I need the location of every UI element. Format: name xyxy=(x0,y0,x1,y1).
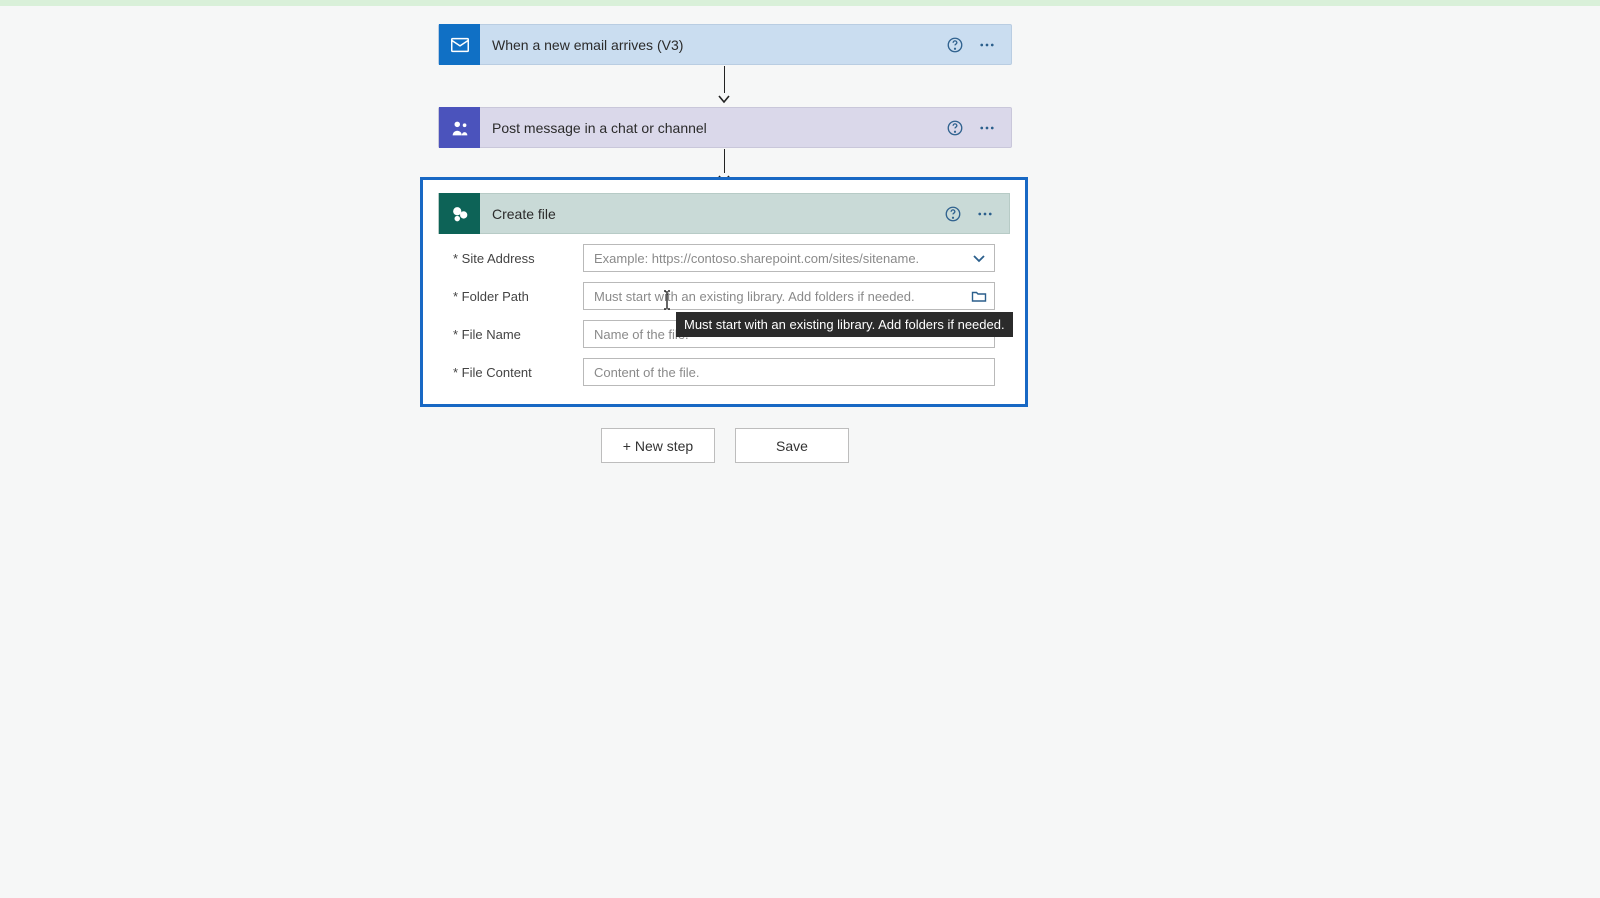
label-site-address: Site Address xyxy=(453,251,583,266)
field-row-file-content: File Content xyxy=(453,358,995,386)
connector-arrow xyxy=(718,66,730,105)
flow-designer-canvas: When a new email arrives (V3) Post messa… xyxy=(0,0,1600,898)
more-icon[interactable] xyxy=(977,118,997,138)
label-folder-path: Folder Path xyxy=(453,289,583,304)
trigger-title: When a new email arrives (V3) xyxy=(480,37,945,53)
more-icon[interactable] xyxy=(977,35,997,55)
action-card-teams[interactable]: Post message in a chat or channel xyxy=(438,107,1012,148)
more-icon[interactable] xyxy=(975,204,995,224)
chevron-down-icon[interactable] xyxy=(969,248,989,268)
label-file-name: File Name xyxy=(453,327,583,342)
action-createfile-title: Create file xyxy=(480,206,943,222)
tooltip-folder-path: Must start with an existing library. Add… xyxy=(676,312,1013,337)
teams-icon xyxy=(439,107,480,148)
help-icon[interactable] xyxy=(945,118,965,138)
action-card-createfile: Create file Site Address xyxy=(420,177,1028,407)
folder-picker-icon[interactable] xyxy=(969,286,989,306)
trigger-card[interactable]: When a new email arrives (V3) xyxy=(438,24,1012,65)
action-teams-title: Post message in a chat or channel xyxy=(480,120,945,136)
label-file-content: File Content xyxy=(453,365,583,380)
help-icon[interactable] xyxy=(945,35,965,55)
input-file-content[interactable] xyxy=(583,358,995,386)
field-row-folder-path: Folder Path xyxy=(453,282,995,310)
new-step-button[interactable]: + New step xyxy=(601,428,715,463)
field-row-site-address: Site Address xyxy=(453,244,995,272)
help-icon[interactable] xyxy=(943,204,963,224)
input-folder-path[interactable] xyxy=(583,282,995,310)
outlook-icon xyxy=(439,24,480,65)
action-createfile-header[interactable]: Create file xyxy=(438,193,1010,234)
input-site-address[interactable] xyxy=(583,244,995,272)
save-button[interactable]: Save xyxy=(735,428,849,463)
footer-buttons: + New step Save xyxy=(438,428,1012,463)
sharepoint-icon xyxy=(439,193,480,234)
